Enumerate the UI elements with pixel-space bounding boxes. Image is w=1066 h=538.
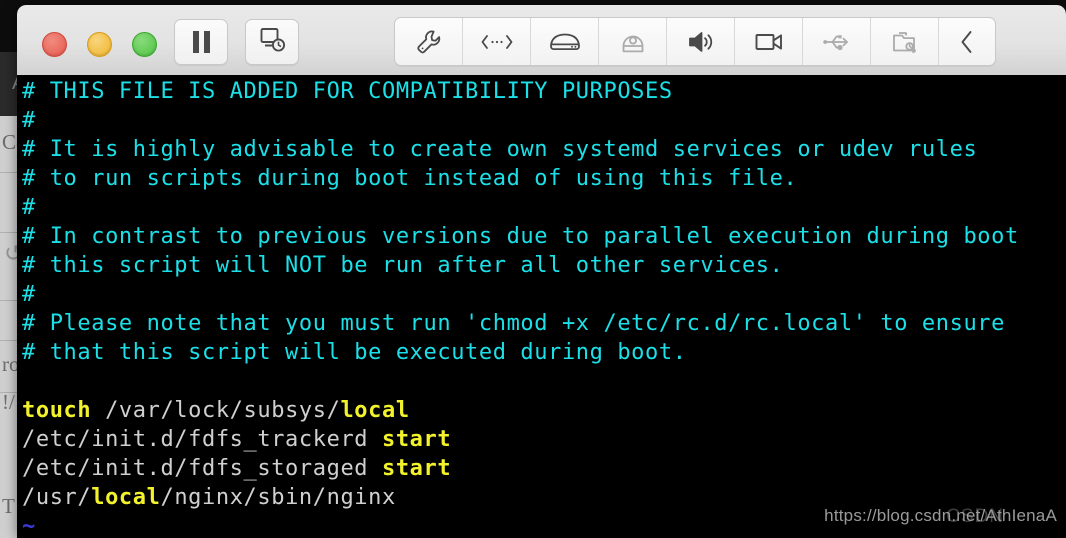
network-button[interactable] <box>463 18 531 65</box>
terminal-line: # <box>22 106 1019 135</box>
terminal-line: # THIS FILE IS ADDED FOR COMPATIBILITY P… <box>22 77 1019 106</box>
camera-button[interactable] <box>735 18 803 65</box>
terminal-line: # to run scripts during boot instead of … <box>22 164 1019 193</box>
watermark-url: https://blog.csdn.net/AthIenaA <box>824 506 1057 525</box>
shared-folder-button[interactable] <box>871 18 939 65</box>
hard-disk-button[interactable] <box>531 18 599 65</box>
terminal-text: # THIS FILE IS ADDED FOR COMPATIBILITY P… <box>22 77 1019 538</box>
chevron-left-icon <box>957 28 977 56</box>
minimize-button[interactable] <box>87 32 112 57</box>
terminal-span: /etc/init.d/fdfs_trackerd <box>22 427 382 452</box>
terminal-span: ~ <box>22 514 36 538</box>
terminal-span: # <box>22 195 36 220</box>
vm-device-toolbar <box>394 17 996 66</box>
terminal-span: # Please note that you must run 'chmod +… <box>22 311 1006 336</box>
vm-window: # THIS FILE IS ADDED FOR COMPATIBILITY P… <box>17 5 1066 538</box>
terminal-screen[interactable]: # THIS FILE IS ADDED FOR COMPATIBILITY P… <box>17 75 1066 538</box>
terminal-span: # In contrast to previous versions due t… <box>22 224 1019 249</box>
terminal-span: # THIS FILE IS ADDED FOR COMPATIBILITY P… <box>22 79 673 104</box>
terminal-line: /etc/init.d/fdfs_trackerd start <box>22 425 1019 454</box>
terminal-span: /nginx/sbin/nginx <box>160 485 396 510</box>
terminal-span: # <box>22 282 36 307</box>
video-camera-icon <box>754 31 784 53</box>
terminal-span: # that this script will be executed duri… <box>22 340 687 365</box>
wrench-icon <box>415 28 443 56</box>
terminal-span: # <box>22 108 36 133</box>
window-titlebar <box>17 5 1066 76</box>
terminal-span: touch <box>22 398 92 423</box>
terminal-span: # this script will NOT be run after all … <box>22 253 784 278</box>
terminal-line: # <box>22 280 1019 309</box>
sound-button[interactable] <box>667 18 735 65</box>
snapshot-button[interactable] <box>245 19 299 65</box>
usb-icon <box>820 31 854 53</box>
printer-folder-icon <box>890 29 920 55</box>
terminal-line: /etc/init.d/fdfs_storaged start <box>22 454 1019 483</box>
network-arrows-icon <box>480 32 514 52</box>
terminal-line: # In contrast to previous versions due t… <box>22 222 1019 251</box>
close-button[interactable] <box>42 32 67 57</box>
pause-icon <box>192 31 210 53</box>
screen-clock-icon <box>259 26 286 58</box>
terminal-span: /usr/ <box>22 485 92 510</box>
terminal-span: local <box>340 398 410 423</box>
terminal-line: # this script will NOT be run after all … <box>22 251 1019 280</box>
hard-disk-icon <box>548 30 582 54</box>
terminal-line: touch /var/lock/subsys/local <box>22 396 1019 425</box>
terminal-span: # It is highly advisable to create own s… <box>22 137 978 162</box>
window-traffic-lights <box>42 32 157 57</box>
pause-button[interactable] <box>174 19 228 65</box>
speaker-icon <box>686 29 716 55</box>
terminal-span: /etc/init.d/fdfs_storaged <box>22 456 382 481</box>
terminal-line: # It is highly advisable to create own s… <box>22 135 1019 164</box>
screenshot-root: A Ce ↺ ro !/ T <box>0 0 1066 538</box>
terminal-span: /var/lock/subsys/ <box>91 398 341 423</box>
usb-button[interactable] <box>803 18 871 65</box>
terminal-span: # to run scripts during boot instead of … <box>22 166 798 191</box>
settings-button[interactable] <box>395 18 463 65</box>
terminal-span: start <box>381 427 452 452</box>
terminal-span: start <box>381 456 452 481</box>
terminal-line: # <box>22 193 1019 222</box>
zoom-button[interactable] <box>132 32 157 57</box>
cd-drive-icon <box>618 29 648 55</box>
sidebar-fragment-t: T <box>2 494 15 518</box>
cd-drive-button[interactable] <box>599 18 667 65</box>
sidebar-fragment-slash: !/ <box>2 390 15 414</box>
terminal-line: # that this script will be executed duri… <box>22 338 1019 367</box>
terminal-line: # Please note that you must run 'chmod +… <box>22 309 1019 338</box>
collapse-toolbar-button[interactable] <box>939 18 995 65</box>
terminal-span: local <box>91 485 161 510</box>
